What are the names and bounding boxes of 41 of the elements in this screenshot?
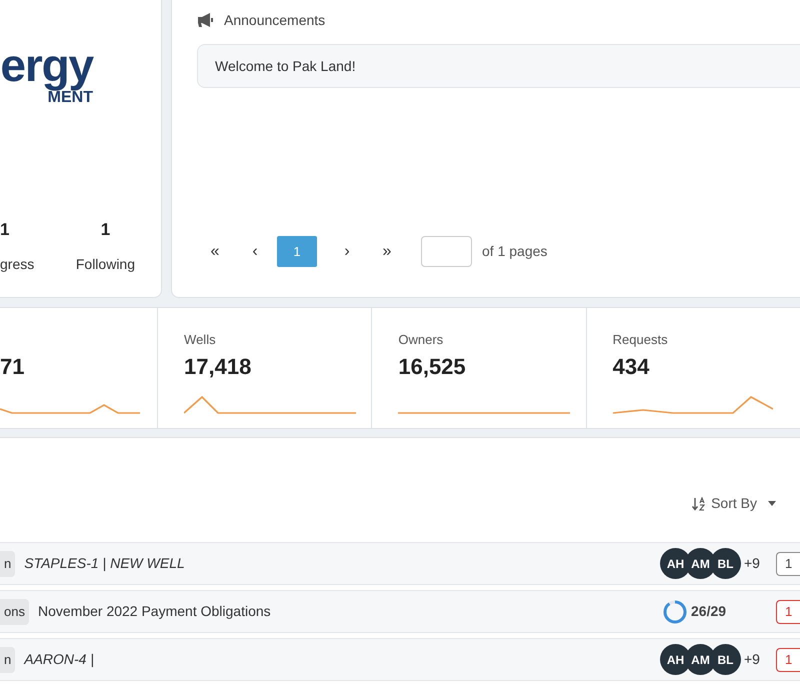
stat-value: 1 (100, 218, 110, 240)
announcement-item: Welcome to Pak Land! (197, 44, 800, 88)
previous-page-button[interactable]: ‹ (237, 236, 273, 266)
stat-label: Wells (184, 331, 217, 346)
count-badge: 1 (776, 552, 800, 576)
list-row[interactable]: ons November 2022 Payment Obligations 26/29 1 (0, 590, 800, 633)
row-tag: ons (0, 598, 29, 624)
page-count: of 1 pages (482, 242, 548, 261)
stat-label: gress (0, 255, 34, 274)
list-row[interactable]: n AARON-4 | AH AM BL +9 1 (0, 638, 800, 681)
stat-value: 16,525 (398, 353, 467, 381)
stat-label: Requests (612, 331, 669, 346)
megaphone-icon (197, 13, 214, 27)
stat-value: 17,418 (184, 353, 252, 381)
avatar: BL (710, 644, 741, 675)
announcements-title: Announcements (224, 10, 326, 30)
more-count: +9 (744, 554, 761, 573)
more-count: +9 (744, 650, 761, 669)
row-tag: n (0, 646, 16, 672)
row-title: STAPLES-1 | NEW WELL (24, 554, 185, 574)
sort-icon (692, 496, 706, 510)
stat-value: 71 (0, 353, 26, 381)
page-input[interactable] (421, 236, 472, 267)
first-page-button[interactable]: « (197, 236, 233, 266)
row-title: November 2022 Payment Obligations (38, 602, 271, 621)
avatar: BL (710, 548, 741, 579)
stat-value: 1 (0, 218, 10, 240)
logo-text: MENT (48, 90, 93, 106)
sort-button[interactable]: Sort By (692, 493, 776, 514)
row-tag: n (0, 550, 16, 576)
next-page-button[interactable]: › (329, 236, 365, 266)
row-title: AARON-4 | (24, 650, 94, 670)
count-badge: 1 (776, 648, 800, 672)
stat-label: Following (76, 255, 135, 274)
progress-count: 26/29 (691, 602, 726, 621)
stat-label: Owners (398, 331, 444, 346)
count-badge: 1 (776, 600, 800, 624)
list-row[interactable]: n STAPLES-1 | NEW WELL AH AM BL +9 1 (0, 542, 800, 585)
stat-value: 434 (612, 353, 650, 381)
last-page-button[interactable]: » (369, 236, 405, 266)
caret-icon (768, 501, 776, 506)
